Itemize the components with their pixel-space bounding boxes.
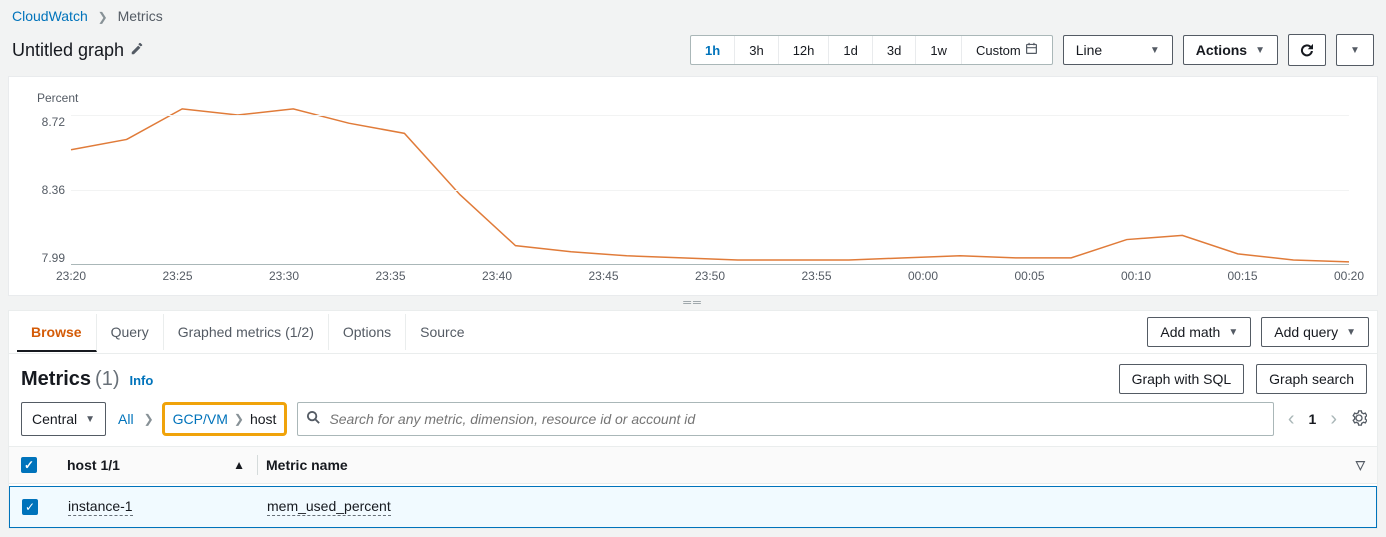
tab-options[interactable]: Options (329, 314, 406, 350)
metrics-title: Metrics (1) Info (21, 368, 153, 391)
region-label: Central (32, 411, 77, 427)
refresh-button[interactable] (1288, 34, 1326, 66)
time-range-3h[interactable]: 3h (735, 36, 778, 64)
caret-down-icon: ▼ (1228, 327, 1238, 338)
tab-browse[interactable]: Browse (17, 314, 97, 352)
pagination: ‹ 1 › (1284, 406, 1341, 433)
table-row[interactable]: ✓ instance-1 mem_used_percent (9, 486, 1377, 528)
time-range-1h[interactable]: 1h (691, 36, 735, 64)
metrics-count: (1) (95, 368, 119, 391)
chart-panel: Percent 8.728.367.99 23:2023:2523:3023:3… (8, 76, 1378, 296)
y-axis-label: Percent (37, 91, 78, 105)
sort-asc-icon: ▲ (233, 458, 245, 472)
metric-search-input[interactable] (329, 411, 1264, 427)
namespace-item[interactable]: host (248, 407, 278, 431)
add-query-button[interactable]: Add query ▼ (1261, 317, 1369, 347)
plot-region[interactable] (71, 115, 1349, 265)
metric-search[interactable] (297, 402, 1273, 436)
chevron-right-icon: ❯ (230, 412, 248, 426)
actions-label: Actions (1196, 42, 1247, 58)
metric-cell[interactable]: mem_used_percent (267, 498, 391, 516)
search-icon (306, 410, 321, 428)
namespace-highlight: GCP/VM ❯ host (162, 402, 288, 436)
tab-graphed-metrics-1-2-[interactable]: Graphed metrics (1/2) (164, 314, 329, 350)
graph-search-button[interactable]: Graph search (1256, 364, 1367, 394)
metrics-tabs: BrowseQueryGraphed metrics (1/2)OptionsS… (9, 311, 1377, 354)
namespace-item[interactable]: GCP/VM (171, 407, 230, 431)
refresh-icon (1299, 42, 1315, 58)
time-range-custom[interactable]: Custom (962, 36, 1052, 64)
host-cell[interactable]: instance-1 (68, 498, 133, 516)
add-math-button[interactable]: Add math ▼ (1147, 317, 1251, 347)
time-range-1d[interactable]: 1d (829, 36, 872, 64)
pencil-icon[interactable] (130, 40, 144, 61)
column-header-metric[interactable]: Metric name (266, 457, 1356, 473)
refresh-options-button[interactable]: ▼ (1336, 34, 1374, 66)
info-link[interactable]: Info (129, 373, 153, 388)
tab-query[interactable]: Query (97, 314, 164, 350)
x-axis-ticks: 23:2023:2523:3023:3523:4023:4523:5023:55… (71, 269, 1349, 287)
select-all-checkbox[interactable]: ✓ (21, 457, 37, 473)
y-axis-ticks: 8.728.367.99 (27, 115, 65, 265)
time-range-12h[interactable]: 12h (779, 36, 830, 64)
time-range-1w[interactable]: 1w (916, 36, 962, 64)
graph-title-text: Untitled graph (12, 40, 124, 61)
namespace-breadcrumb: All ❯ GCP/VM ❯ host (116, 402, 287, 436)
gear-icon (1351, 410, 1367, 426)
check-icon: ✓ (24, 459, 34, 471)
metrics-table: ✓ host 1/1 ▲ Metric name ▽ ✓ instance-1 me… (9, 446, 1377, 528)
caret-down-icon: ▼ (85, 414, 95, 425)
page-next[interactable]: › (1326, 406, 1341, 433)
chevron-right-icon: ❯ (98, 10, 108, 24)
region-select[interactable]: Central ▼ (21, 402, 106, 436)
column-options[interactable]: ▽ (1356, 458, 1365, 472)
chevron-right-icon: ❯ (140, 412, 158, 426)
time-range-selector: 1h3h12h1d3d1wCustom (690, 35, 1053, 65)
breadcrumb-root[interactable]: CloudWatch (12, 8, 88, 24)
row-checkbox[interactable]: ✓ (22, 499, 38, 515)
caret-down-icon: ▼ (1346, 327, 1356, 338)
settings-button[interactable] (1351, 410, 1367, 429)
chart-type-label: Line (1076, 42, 1102, 58)
page-title[interactable]: Untitled graph (12, 40, 144, 61)
panel-resizer[interactable]: ══ (8, 296, 1378, 310)
column-header-host[interactable]: host 1/1 ▲ (67, 457, 257, 473)
time-range-3d[interactable]: 3d (873, 36, 916, 64)
actions-button[interactable]: Actions ▼ (1183, 35, 1278, 65)
chart-type-select[interactable]: Line ▼ (1063, 35, 1173, 65)
add-math-label: Add math (1160, 324, 1220, 340)
breadcrumb: CloudWatch ❯ Metrics (8, 0, 1378, 28)
namespace-all[interactable]: All (116, 407, 136, 431)
caret-down-icon: ▼ (1350, 45, 1360, 56)
page-number: 1 (1309, 411, 1317, 427)
breadcrumb-current: Metrics (118, 8, 163, 24)
calendar-icon (1025, 42, 1038, 58)
page-prev[interactable]: ‹ (1284, 406, 1299, 433)
caret-down-icon: ▼ (1255, 45, 1265, 56)
tab-source[interactable]: Source (406, 314, 478, 350)
graph-with-sql-button[interactable]: Graph with SQL (1119, 364, 1245, 394)
check-icon: ✓ (25, 501, 35, 513)
caret-down-icon: ▼ (1150, 45, 1160, 56)
add-query-label: Add query (1274, 324, 1338, 340)
